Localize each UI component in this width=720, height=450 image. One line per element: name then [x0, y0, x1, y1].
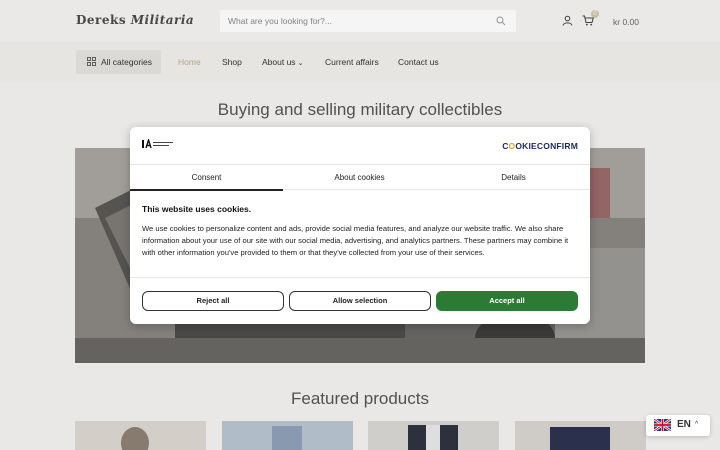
site-badge-logo [142, 139, 173, 149]
tab-details[interactable]: Details [437, 165, 590, 191]
cookie-consent-dialog: COOKIECONFIRM Consent About cookies Deta… [130, 127, 590, 324]
language-selector[interactable]: EN ^ [646, 415, 710, 436]
tab-about-cookies[interactable]: About cookies [283, 165, 436, 191]
cookie-description: We use cookies to personalize content an… [142, 224, 569, 257]
uk-flag-icon [654, 419, 671, 431]
language-code: EN [677, 419, 691, 430]
cookie-tabs: Consent About cookies Details [130, 164, 590, 191]
allow-selection-button[interactable]: Allow selection [289, 291, 431, 311]
cookie-heading: This website uses cookies. [142, 204, 252, 214]
reject-all-button[interactable]: Reject all [142, 291, 284, 311]
tab-consent[interactable]: Consent [130, 165, 283, 191]
chevron-up-icon: ^ [695, 421, 699, 428]
accept-all-button[interactable]: Accept all [436, 291, 578, 311]
divider [130, 277, 590, 278]
cookieconfirm-logo: COOKIECONFIRM [502, 141, 578, 151]
